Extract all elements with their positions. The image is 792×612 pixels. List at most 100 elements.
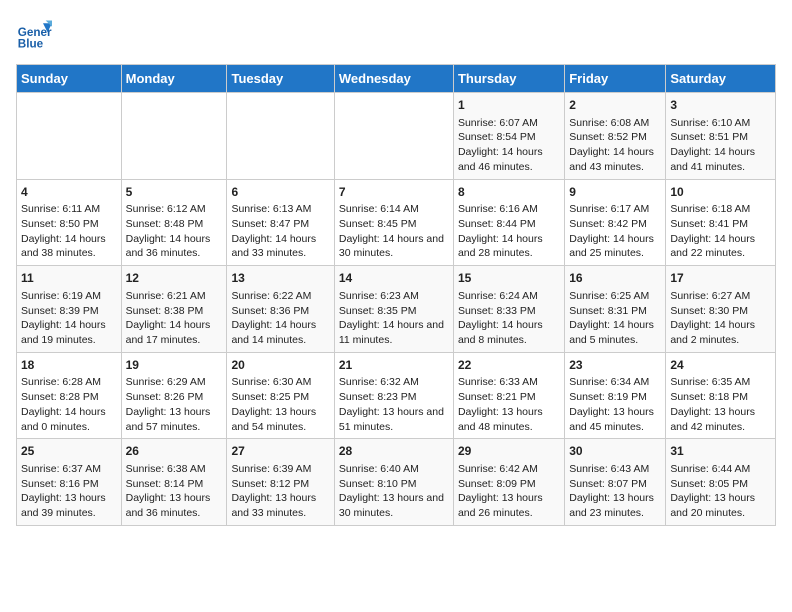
calendar-cell: 13Sunrise: 6:22 AMSunset: 8:36 PMDayligh… xyxy=(227,266,334,353)
day-info: Sunrise: 6:07 AM xyxy=(458,116,560,131)
calendar-cell: 15Sunrise: 6:24 AMSunset: 8:33 PMDayligh… xyxy=(453,266,564,353)
weekday-header-thursday: Thursday xyxy=(453,65,564,93)
calendar-cell: 29Sunrise: 6:42 AMSunset: 8:09 PMDayligh… xyxy=(453,439,564,526)
day-number: 31 xyxy=(670,443,771,460)
svg-text:Blue: Blue xyxy=(18,38,44,51)
day-info: Sunrise: 6:18 AM xyxy=(670,202,771,217)
day-info: Sunrise: 6:37 AM xyxy=(21,462,117,477)
day-info: Daylight: 14 hours and 22 minutes. xyxy=(670,232,771,261)
day-number: 16 xyxy=(569,270,661,287)
day-info: Sunrise: 6:23 AM xyxy=(339,289,449,304)
day-info: Sunset: 8:47 PM xyxy=(231,217,329,232)
day-number: 22 xyxy=(458,357,560,374)
day-info: Sunrise: 6:33 AM xyxy=(458,375,560,390)
day-info: Daylight: 14 hours and 2 minutes. xyxy=(670,318,771,347)
calendar-cell xyxy=(17,93,122,180)
day-info: Daylight: 14 hours and 41 minutes. xyxy=(670,145,771,174)
day-info: Daylight: 13 hours and 23 minutes. xyxy=(569,491,661,520)
calendar-table: SundayMondayTuesdayWednesdayThursdayFrid… xyxy=(16,64,776,526)
day-info: Sunrise: 6:28 AM xyxy=(21,375,117,390)
day-info: Sunset: 8:09 PM xyxy=(458,477,560,492)
day-number: 21 xyxy=(339,357,449,374)
day-number: 23 xyxy=(569,357,661,374)
day-info: Daylight: 13 hours and 51 minutes. xyxy=(339,405,449,434)
calendar-cell: 14Sunrise: 6:23 AMSunset: 8:35 PMDayligh… xyxy=(334,266,453,353)
day-info: Sunrise: 6:08 AM xyxy=(569,116,661,131)
day-number: 12 xyxy=(126,270,223,287)
day-info: Sunset: 8:14 PM xyxy=(126,477,223,492)
day-info: Sunset: 8:33 PM xyxy=(458,304,560,319)
day-info: Daylight: 14 hours and 14 minutes. xyxy=(231,318,329,347)
day-info: Sunrise: 6:19 AM xyxy=(21,289,117,304)
calendar-cell: 2Sunrise: 6:08 AMSunset: 8:52 PMDaylight… xyxy=(565,93,666,180)
day-number: 17 xyxy=(670,270,771,287)
day-info: Sunrise: 6:34 AM xyxy=(569,375,661,390)
day-info: Sunrise: 6:42 AM xyxy=(458,462,560,477)
day-number: 10 xyxy=(670,184,771,201)
calendar-cell: 18Sunrise: 6:28 AMSunset: 8:28 PMDayligh… xyxy=(17,352,122,439)
weekday-header-tuesday: Tuesday xyxy=(227,65,334,93)
day-info: Daylight: 14 hours and 25 minutes. xyxy=(569,232,661,261)
day-info: Sunset: 8:07 PM xyxy=(569,477,661,492)
logo: General Blue xyxy=(16,16,56,52)
day-number: 24 xyxy=(670,357,771,374)
day-number: 28 xyxy=(339,443,449,460)
day-info: Daylight: 13 hours and 33 minutes. xyxy=(231,491,329,520)
day-info: Daylight: 13 hours and 42 minutes. xyxy=(670,405,771,434)
logo-icon: General Blue xyxy=(16,16,52,52)
day-info: Sunset: 8:44 PM xyxy=(458,217,560,232)
calendar-cell: 28Sunrise: 6:40 AMSunset: 8:10 PMDayligh… xyxy=(334,439,453,526)
day-number: 20 xyxy=(231,357,329,374)
day-info: Sunrise: 6:17 AM xyxy=(569,202,661,217)
day-info: Sunset: 8:38 PM xyxy=(126,304,223,319)
day-info: Sunset: 8:42 PM xyxy=(569,217,661,232)
day-number: 3 xyxy=(670,97,771,114)
day-info: Daylight: 13 hours and 45 minutes. xyxy=(569,405,661,434)
day-info: Sunrise: 6:38 AM xyxy=(126,462,223,477)
day-number: 11 xyxy=(21,270,117,287)
day-info: Daylight: 14 hours and 36 minutes. xyxy=(126,232,223,261)
day-info: Daylight: 14 hours and 11 minutes. xyxy=(339,318,449,347)
day-number: 13 xyxy=(231,270,329,287)
day-info: Daylight: 14 hours and 0 minutes. xyxy=(21,405,117,434)
calendar-cell xyxy=(334,93,453,180)
day-number: 4 xyxy=(21,184,117,201)
day-info: Sunrise: 6:29 AM xyxy=(126,375,223,390)
day-number: 30 xyxy=(569,443,661,460)
calendar-cell: 23Sunrise: 6:34 AMSunset: 8:19 PMDayligh… xyxy=(565,352,666,439)
day-info: Sunset: 8:39 PM xyxy=(21,304,117,319)
weekday-header-wednesday: Wednesday xyxy=(334,65,453,93)
day-info: Sunset: 8:18 PM xyxy=(670,390,771,405)
day-info: Daylight: 14 hours and 43 minutes. xyxy=(569,145,661,174)
calendar-cell: 24Sunrise: 6:35 AMSunset: 8:18 PMDayligh… xyxy=(666,352,776,439)
calendar-cell: 31Sunrise: 6:44 AMSunset: 8:05 PMDayligh… xyxy=(666,439,776,526)
day-info: Sunrise: 6:35 AM xyxy=(670,375,771,390)
calendar-cell: 10Sunrise: 6:18 AMSunset: 8:41 PMDayligh… xyxy=(666,179,776,266)
day-info: Sunrise: 6:40 AM xyxy=(339,462,449,477)
day-info: Sunrise: 6:24 AM xyxy=(458,289,560,304)
day-info: Sunset: 8:23 PM xyxy=(339,390,449,405)
day-info: Daylight: 14 hours and 30 minutes. xyxy=(339,232,449,261)
day-number: 14 xyxy=(339,270,449,287)
day-info: Daylight: 13 hours and 54 minutes. xyxy=(231,405,329,434)
calendar-cell: 4Sunrise: 6:11 AMSunset: 8:50 PMDaylight… xyxy=(17,179,122,266)
day-info: Daylight: 14 hours and 38 minutes. xyxy=(21,232,117,261)
weekday-header-sunday: Sunday xyxy=(17,65,122,93)
day-info: Daylight: 13 hours and 36 minutes. xyxy=(126,491,223,520)
calendar-cell: 6Sunrise: 6:13 AMSunset: 8:47 PMDaylight… xyxy=(227,179,334,266)
day-info: Daylight: 13 hours and 20 minutes. xyxy=(670,491,771,520)
day-info: Sunrise: 6:32 AM xyxy=(339,375,449,390)
day-info: Sunrise: 6:27 AM xyxy=(670,289,771,304)
day-info: Sunset: 8:26 PM xyxy=(126,390,223,405)
day-info: Sunset: 8:12 PM xyxy=(231,477,329,492)
day-info: Sunset: 8:51 PM xyxy=(670,130,771,145)
calendar-cell: 19Sunrise: 6:29 AMSunset: 8:26 PMDayligh… xyxy=(121,352,227,439)
header: General Blue xyxy=(16,16,776,52)
day-info: Sunrise: 6:21 AM xyxy=(126,289,223,304)
day-number: 26 xyxy=(126,443,223,460)
day-info: Daylight: 14 hours and 33 minutes. xyxy=(231,232,329,261)
day-number: 15 xyxy=(458,270,560,287)
day-info: Sunset: 8:25 PM xyxy=(231,390,329,405)
day-info: Daylight: 13 hours and 39 minutes. xyxy=(21,491,117,520)
calendar-cell: 30Sunrise: 6:43 AMSunset: 8:07 PMDayligh… xyxy=(565,439,666,526)
